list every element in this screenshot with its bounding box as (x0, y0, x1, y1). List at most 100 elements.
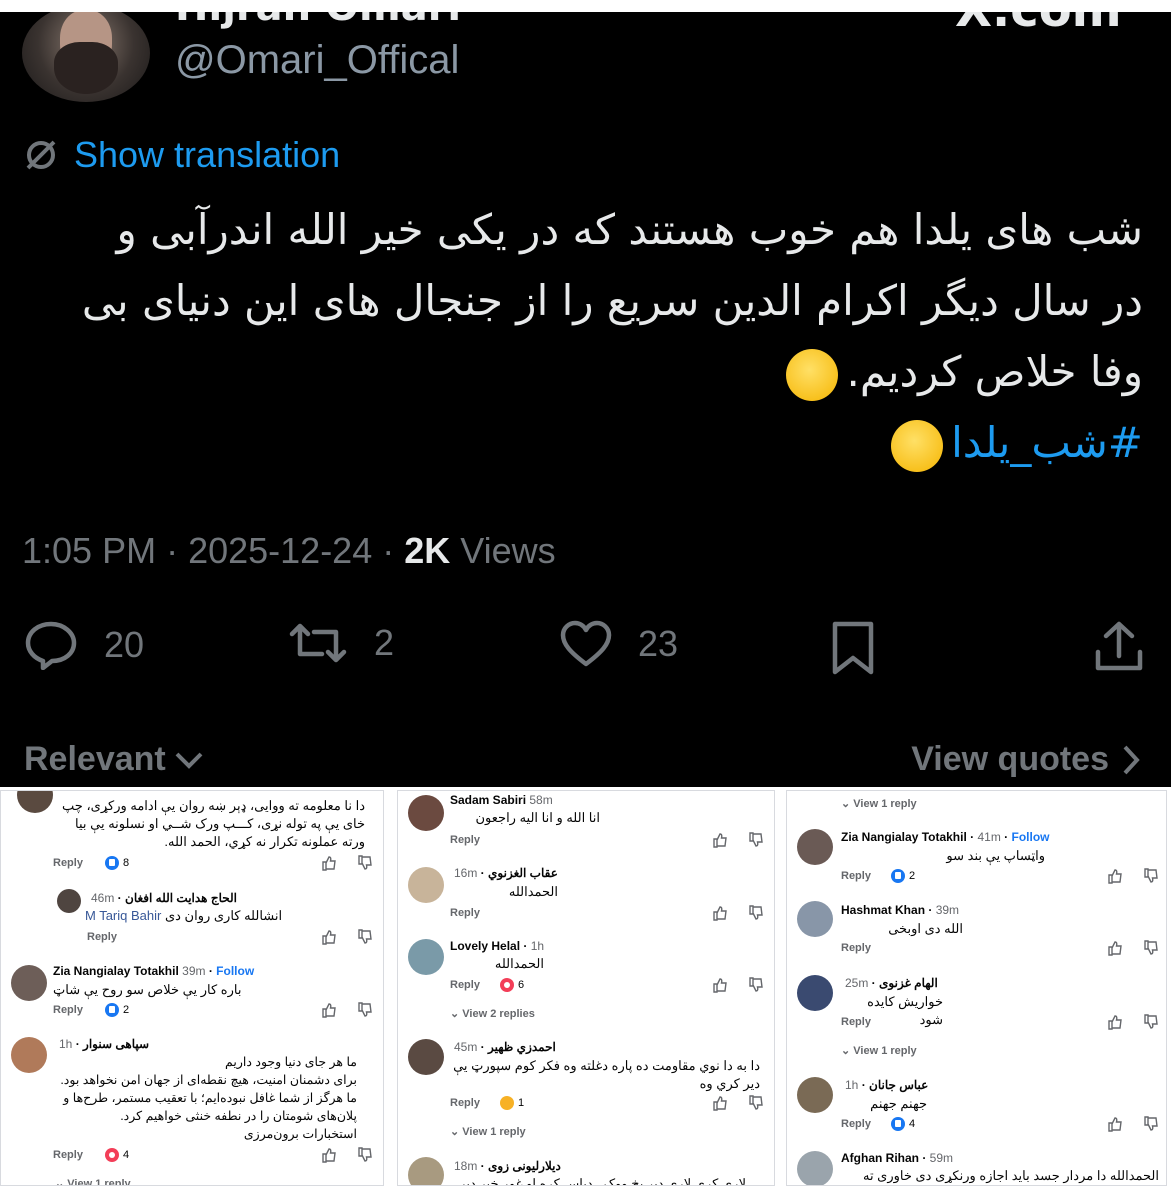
view-replies-link[interactable]: ⌄ View 1 reply (450, 1125, 526, 1138)
view-quotes-link[interactable]: View quotes (911, 740, 1141, 779)
comment-author[interactable]: Zia Nangialay Totakhil · 41m · Follow (841, 830, 1050, 844)
comment-author[interactable]: 45m · احمدزي ظهير (454, 1040, 560, 1054)
thumbs-down-icon[interactable] (748, 832, 764, 848)
thumbs-up-icon[interactable] (321, 929, 337, 945)
reply-link[interactable]: Reply (450, 979, 480, 991)
comment-time: 59m (929, 1151, 954, 1165)
avatar[interactable] (797, 1151, 833, 1185)
view-replies-link[interactable]: ⌄ View 1 reply (55, 1177, 131, 1185)
reply-link[interactable]: Reply (841, 942, 871, 954)
reaction-count[interactable]: 1 (500, 1096, 524, 1110)
reaction-count[interactable]: 2 (891, 869, 915, 883)
thumbs-down-icon[interactable] (748, 1095, 764, 1111)
thumbs-up-icon[interactable] (712, 832, 728, 848)
thumbs-down-icon[interactable] (357, 929, 373, 945)
reaction-number: 6 (518, 979, 525, 991)
comment-author[interactable]: Zia Nangialay Totakhil 39m · Follow (53, 964, 254, 978)
thumbs-down-icon[interactable] (1143, 868, 1159, 884)
reply-link[interactable]: Reply (841, 1118, 871, 1130)
comment-author[interactable]: 1h · عباس جانان (845, 1078, 929, 1092)
view-replies-link[interactable]: ⌄ View 1 reply (841, 1044, 917, 1057)
thumbs-up-icon[interactable] (321, 1002, 337, 1018)
thumbs-down-icon[interactable] (357, 1002, 373, 1018)
thumbs-up-icon[interactable] (1107, 1014, 1123, 1030)
reply-link[interactable]: Reply (450, 1097, 480, 1109)
avatar[interactable] (797, 829, 833, 865)
share-button[interactable] (1094, 620, 1144, 672)
thumbs-up-icon[interactable] (712, 905, 728, 921)
reply-link[interactable]: Reply (450, 834, 480, 846)
view-replies-link[interactable]: ⌄ View 1 reply (841, 797, 917, 810)
avatar[interactable] (11, 965, 47, 1001)
comment-author[interactable]: Lovely Helal · 1h (450, 939, 544, 953)
reaction-count[interactable]: 4 (105, 1148, 129, 1162)
avatar[interactable] (408, 795, 444, 831)
show-translation-button[interactable]: Show translation (24, 134, 340, 176)
reaction-count[interactable]: 6 (500, 978, 524, 992)
avatar[interactable] (11, 1037, 47, 1073)
hashtag-link[interactable]: #شب_یلدا (951, 418, 1143, 467)
reaction-count[interactable]: 2 (105, 1003, 129, 1017)
thumbs-up-icon[interactable] (1107, 868, 1123, 884)
comment-text: الحمدالله دا مردار جسد باید اجازه ورنکړی… (862, 1168, 1159, 1183)
avatar[interactable] (797, 1077, 833, 1113)
thumbs-up-icon[interactable] (1107, 1116, 1123, 1132)
author-handle[interactable]: @Omari_Offical (175, 38, 459, 83)
like-button[interactable]: 23 (560, 620, 678, 668)
avatar[interactable] (408, 867, 444, 903)
thumbs-up-icon[interactable] (712, 977, 728, 993)
repost-button[interactable]: 2 (288, 620, 394, 666)
thumbs-down-icon[interactable] (357, 1147, 373, 1163)
reaction-count[interactable]: 4 (891, 1117, 915, 1131)
reaction-count[interactable]: 8 (105, 856, 129, 870)
view-quotes-label: View quotes (911, 740, 1109, 778)
author-name[interactable]: Hijran Omari (175, 12, 461, 30)
comment-author[interactable]: 18m · دیلارلیونی زوی (454, 1159, 566, 1173)
follow-button[interactable]: Follow (216, 964, 254, 978)
thumbs-down-icon[interactable] (748, 977, 764, 993)
thumbs-down-icon[interactable] (748, 905, 764, 921)
thumbs-up-icon[interactable] (712, 1095, 728, 1111)
thumbs-down-icon[interactable] (1143, 1116, 1159, 1132)
avatar[interactable] (408, 1157, 444, 1185)
reply-link[interactable]: Reply (53, 1004, 83, 1016)
comment-author[interactable]: Hashmat Khan · 39m (841, 903, 959, 917)
tweet-time[interactable]: 1:05 PM (22, 530, 156, 571)
reply-link[interactable]: Reply (841, 1016, 871, 1028)
thumbs-down-icon[interactable] (1143, 940, 1159, 956)
author-name: سپاهی سنوار (83, 1037, 150, 1051)
thumbs-up-icon[interactable] (321, 855, 337, 871)
tweet-date[interactable]: 2025-12-24 (188, 530, 372, 571)
avatar[interactable] (57, 889, 81, 913)
mention-link[interactable]: M Tariq Bahir (85, 908, 161, 923)
thumbs-up-icon[interactable] (321, 1147, 337, 1163)
reply-link[interactable]: Reply (53, 1149, 83, 1161)
reply-link[interactable]: Reply (53, 857, 83, 869)
thumbs-up-icon[interactable] (1107, 940, 1123, 956)
follow-button[interactable]: Follow (1012, 830, 1050, 844)
comment-author[interactable]: 16m · عقاب الغزنوي (454, 866, 562, 880)
reply-link[interactable]: Reply (450, 907, 480, 919)
comment-author[interactable]: 1h · سپاهی سنوار (59, 1037, 149, 1051)
comment-author[interactable]: 25m · الهام غزنوی (845, 976, 941, 990)
thumbs-down-icon[interactable] (1143, 1014, 1159, 1030)
comment-author[interactable]: Afghan Rihan · 59m (841, 1151, 953, 1165)
reply-link[interactable]: Reply (87, 931, 117, 943)
avatar[interactable] (797, 901, 833, 937)
comment-author[interactable]: Sadam Sabiri 58m (450, 793, 553, 807)
avatar[interactable] (408, 939, 444, 975)
reply-count: 20 (104, 624, 145, 665)
avatar[interactable] (797, 975, 833, 1011)
reply-link[interactable]: Reply (841, 870, 871, 882)
comment-time: 16m (454, 866, 478, 880)
comment-time: 1h (530, 939, 545, 953)
view-replies-link[interactable]: ⌄ View 2 replies (450, 1007, 535, 1020)
sort-relevant-dropdown[interactable]: Relevant (24, 740, 204, 779)
reply-button[interactable]: 20 (24, 620, 144, 670)
avatar[interactable] (408, 1039, 444, 1075)
thumbs-down-icon[interactable] (357, 855, 373, 871)
bookmark-button[interactable] (830, 620, 876, 676)
avatar[interactable] (17, 791, 53, 813)
author-avatar[interactable] (22, 12, 150, 102)
comment-author[interactable]: 46m · الحاج هدایت الله افغان (91, 891, 251, 905)
